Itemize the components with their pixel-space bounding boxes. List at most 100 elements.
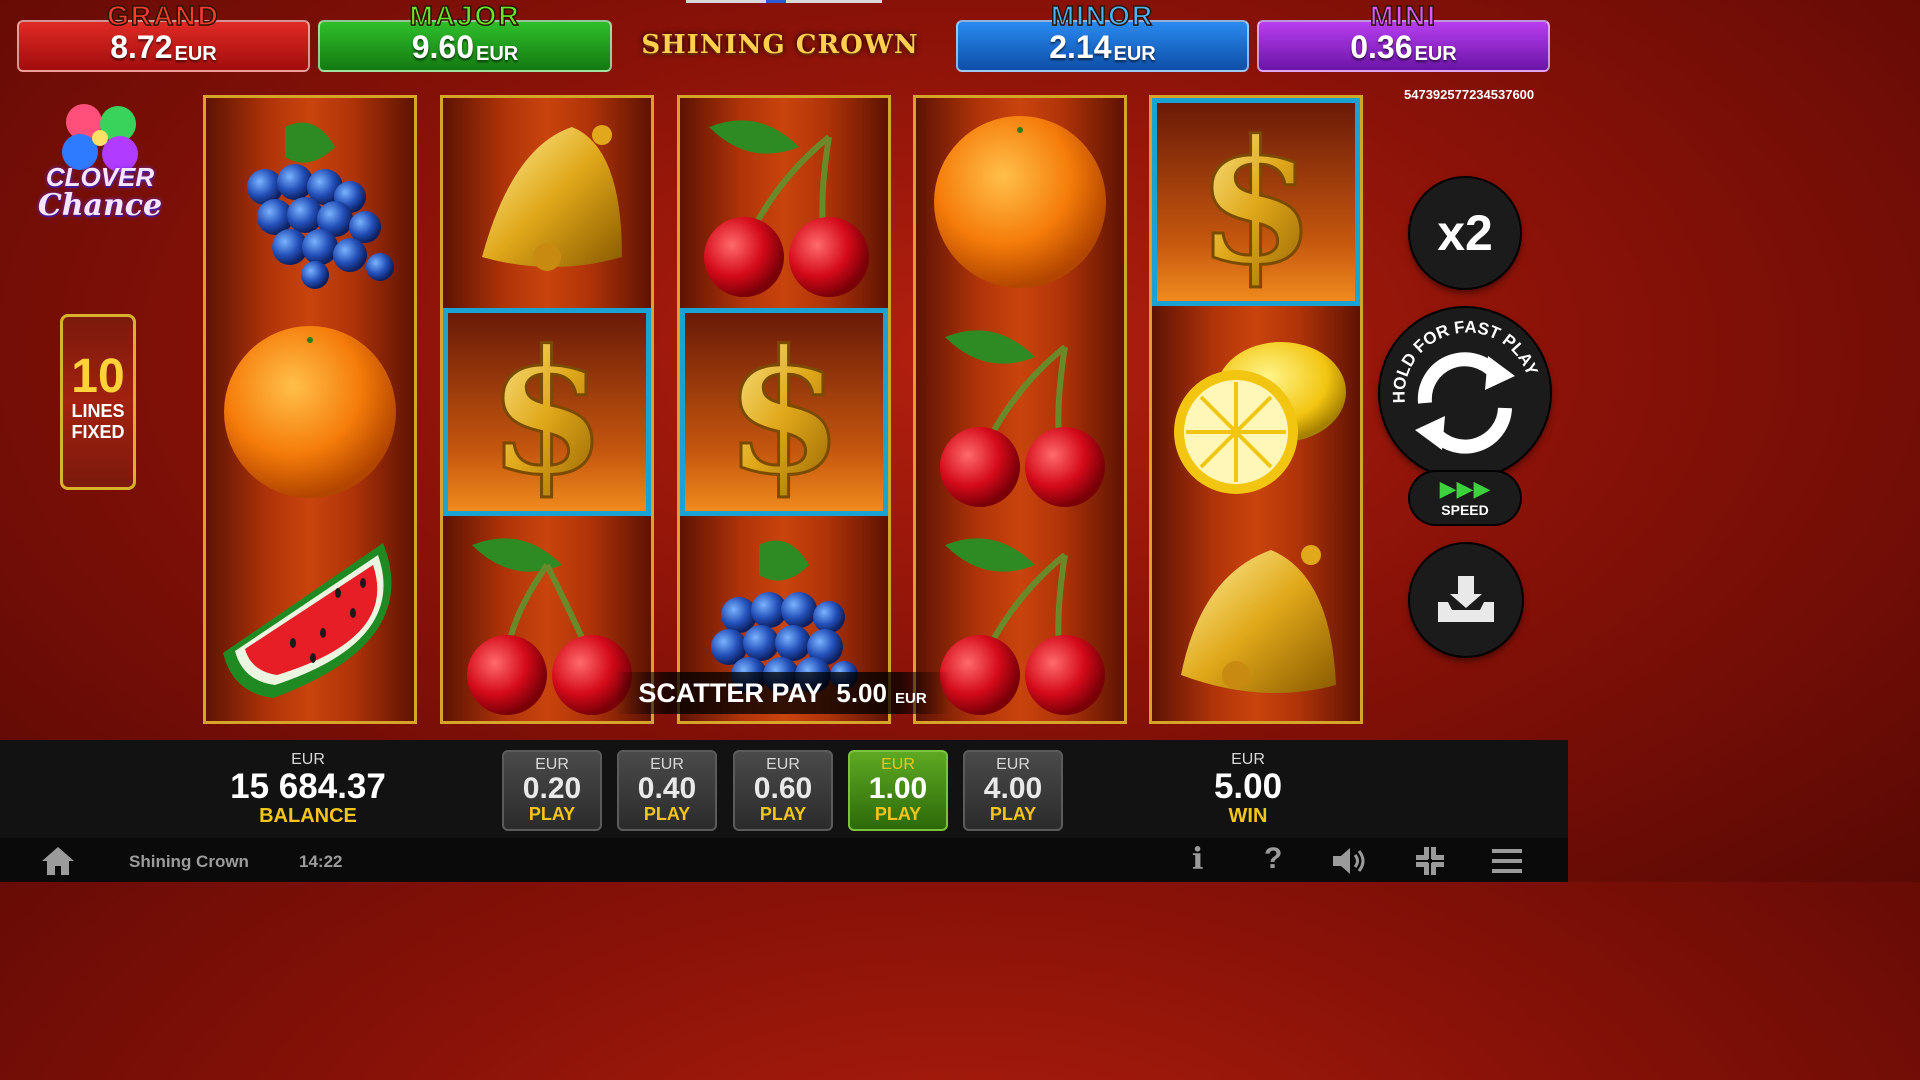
bet-value: 0.20 [522, 772, 582, 805]
grapes-icon [247, 122, 394, 289]
home-icon[interactable] [40, 845, 76, 882]
dollar-scatter-symbol: $ [443, 308, 651, 516]
orange-icon [934, 116, 1106, 288]
jackpot-minor-currency: EUR [1113, 43, 1156, 65]
jackpot-minor-title: MINOR [1050, 0, 1155, 32]
top-indicator [686, 0, 882, 3]
bet-play-label: PLAY [989, 804, 1037, 824]
orange-symbol [916, 98, 1124, 306]
scatter-pay-currency: EUR [894, 689, 927, 707]
jackpot-major: MAJOR 9.60 EUR [318, 0, 612, 72]
jackpot-major-amount: 9.60 [411, 29, 475, 65]
game-name: Shining Crown [129, 852, 249, 871]
download-tray-icon [1438, 576, 1494, 622]
bell-icon [482, 125, 622, 271]
bet-play-label: PLAY [759, 804, 807, 824]
win-label: WIN [1228, 805, 1268, 827]
scatter-pay-label: SCATTER PAY [638, 677, 823, 708]
jackpot-grand-amount: 8.72 [110, 29, 173, 65]
sound-icon[interactable] [1330, 845, 1370, 882]
cherry-symbol [680, 98, 888, 306]
info-icon[interactable]: i [1192, 842, 1203, 877]
cherry-icon [704, 120, 869, 297]
bet-play-label: PLAY [874, 804, 922, 824]
dollar-icon: $ [723, 322, 844, 502]
bet-value: 0.60 [753, 772, 813, 805]
scatter-pay-value: 5.00 [836, 677, 887, 708]
jackpot-grand: GRAND 8.72 EUR [17, 0, 310, 72]
speed-label: SPEED [1441, 502, 1489, 518]
scatter-pay-banner: SCATTER PAY 5.00 EUR [615, 672, 950, 714]
svg-text:$: $ [488, 322, 606, 502]
reel-1 [203, 95, 417, 724]
speed-button[interactable]: ▶▶▶ SPEED [1410, 472, 1520, 524]
watermelon-symbol [206, 516, 414, 724]
reel-3: $ [677, 95, 891, 724]
jackpot-minor-amount: 2.14 [1049, 29, 1112, 65]
lines-count: 10 [71, 350, 125, 403]
fast-forward-icon: ▶▶▶ [1439, 476, 1491, 501]
dollar-scatter-symbol: $ [1152, 98, 1360, 306]
jackpot-mini-currency: EUR [1414, 43, 1457, 65]
balance-label: BALANCE [259, 805, 357, 827]
cherry-symbol [916, 308, 1124, 516]
bet-button-0-20[interactable]: EUR 0.20 PLAY [502, 750, 602, 831]
bet-button-1-00[interactable]: EUR 1.00 PLAY [848, 750, 948, 831]
bet-value: 4.00 [983, 772, 1043, 805]
bet-button-0-40[interactable]: EUR 0.40 PLAY [617, 750, 717, 831]
logo-line2: Chance [37, 188, 163, 223]
cherry-icon [940, 538, 1105, 715]
lemon-symbol [1152, 308, 1360, 516]
fullscreen-icon[interactable] [1414, 845, 1446, 882]
round-id: 547392577234537600 [1404, 87, 1535, 102]
help-icon[interactable]: ? [1264, 842, 1282, 876]
jackpot-minor: MINOR 2.14 EUR [956, 0, 1249, 72]
balance-display: EUR 15 684.37 BALANCE [208, 751, 408, 828]
svg-text:$: $ [1197, 112, 1315, 292]
dollar-icon: $ [1195, 112, 1316, 292]
bet-play-label: PLAY [643, 804, 691, 824]
jackpot-mini-amount: 0.36 [1350, 29, 1413, 65]
clover-chance-logo: CLOVER Chance [32, 100, 168, 230]
reel-4 [913, 95, 1127, 724]
dollar-scatter-symbol: $ [680, 308, 888, 516]
lines-label: LINES [71, 401, 125, 421]
bet-button-0-60[interactable]: EUR 0.60 PLAY [733, 750, 833, 831]
orange-symbol [206, 308, 414, 516]
bet-value: 0.40 [637, 772, 697, 805]
autoplay-button[interactable] [1410, 544, 1522, 656]
dollar-icon: $ [486, 322, 607, 502]
menu-icon[interactable] [1490, 845, 1524, 882]
jackpot-grand-title: GRAND [106, 0, 220, 32]
lemon-icon [1174, 342, 1346, 494]
jackpot-mini: MINI 0.36 EUR [1257, 0, 1550, 72]
game-title: SHINING CROWN [641, 30, 919, 60]
jackpot-major-currency: EUR [476, 43, 519, 65]
balance-value: 15 684.37 [230, 767, 386, 806]
lines-indicator: 10 LINES FIXED [60, 314, 136, 490]
cherry-icon [940, 330, 1105, 507]
jackpot-grand-currency: EUR [174, 43, 217, 65]
bet-button-4-00[interactable]: EUR 4.00 PLAY [963, 750, 1063, 831]
spin-button[interactable]: HOLD FOR FAST PLAY [1380, 308, 1550, 478]
clock: 14:22 [299, 852, 343, 871]
bet-value: 1.00 [868, 772, 928, 805]
reel-5: $ [1149, 95, 1363, 724]
win-display: EUR 5.00 WIN [1178, 751, 1318, 828]
cherry-icon [467, 538, 632, 715]
svg-text:$: $ [725, 322, 843, 502]
grapes-symbol [206, 98, 414, 306]
bet-play-label: PLAY [528, 804, 576, 824]
jackpot-major-title: MAJOR [409, 0, 521, 32]
lines-fixed-label: FIXED [71, 422, 125, 442]
bell-symbol [1152, 516, 1360, 724]
bell-icon [1181, 545, 1336, 693]
bell-symbol [443, 98, 651, 306]
win-value: 5.00 [1213, 767, 1283, 806]
spin-icon: HOLD FOR FAST PLAY [1389, 317, 1542, 454]
jackpot-mini-title: MINI [1369, 0, 1438, 32]
watermelon-icon [222, 542, 391, 698]
orange-icon [224, 326, 396, 498]
reel-2: $ [440, 95, 654, 724]
multiplier-button[interactable]: x2 [1410, 178, 1520, 288]
